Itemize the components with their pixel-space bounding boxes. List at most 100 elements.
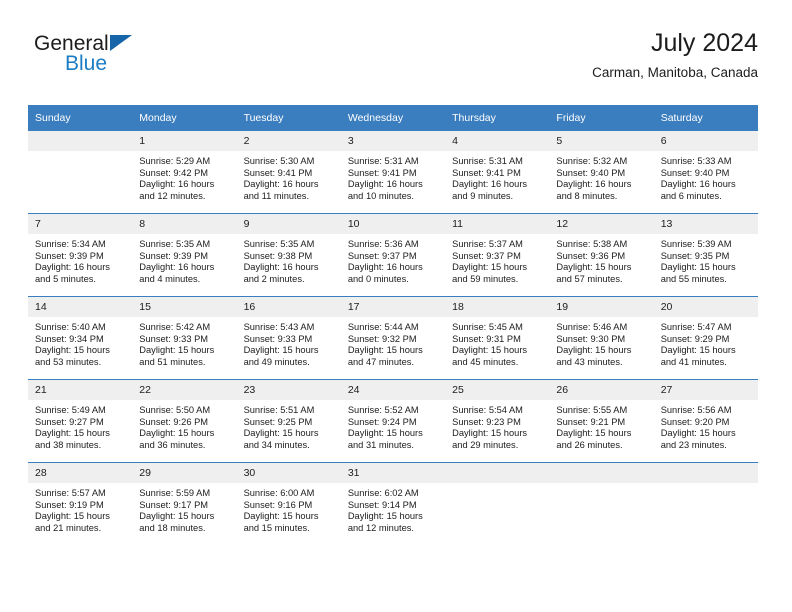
day-number: 26 xyxy=(549,380,654,400)
day-cell[interactable]: 18 Sunrise: 5:45 AM Sunset: 9:31 PM Dayli… xyxy=(445,296,550,380)
day-number xyxy=(28,131,133,151)
day-number: 5 xyxy=(549,131,654,151)
day-number: 27 xyxy=(653,380,758,400)
sun-info: Sunrise: 5:51 AM Sunset: 9:25 PM Dayligh… xyxy=(243,405,319,450)
sun-info: Sunrise: 5:34 AM Sunset: 9:39 PM Dayligh… xyxy=(35,239,110,284)
day-number: 4 xyxy=(445,131,550,151)
day-cell-body: Sunrise: 5:32 AM Sunset: 9:40 PM Dayligh… xyxy=(549,151,653,213)
day-number: 16 xyxy=(236,297,341,317)
general-blue-logo[interactable]: General Blue xyxy=(34,32,214,84)
day-cell[interactable]: 10 Sunrise: 5:36 AM Sunset: 9:37 PM Dayli… xyxy=(340,213,446,297)
day-cell[interactable]: 3 Sunrise: 5:31 AM Sunset: 9:41 PM Daylig… xyxy=(340,130,446,214)
day-number: 20 xyxy=(653,297,758,317)
day-number: 14 xyxy=(28,297,133,317)
day-cell[interactable]: 9 Sunrise: 5:35 AM Sunset: 9:38 PM Daylig… xyxy=(236,213,341,297)
day-number: 23 xyxy=(236,380,341,400)
day-cell[interactable]: 21 Sunrise: 5:49 AM Sunset: 9:27 PM Dayli… xyxy=(28,379,133,463)
day-cell[interactable]: 23 Sunrise: 5:51 AM Sunset: 9:25 PM Dayli… xyxy=(236,379,341,463)
sun-info: Sunrise: 5:52 AM Sunset: 9:24 PM Dayligh… xyxy=(347,405,423,450)
day-cell-body xyxy=(549,483,653,545)
sun-info: Sunrise: 5:31 AM Sunset: 9:41 PM Dayligh… xyxy=(347,156,423,201)
day-number: 24 xyxy=(340,380,446,400)
day-cell[interactable]: 25 Sunrise: 5:54 AM Sunset: 9:23 PM Dayli… xyxy=(445,379,550,463)
day-cell[interactable]: 7 Sunrise: 5:34 AM Sunset: 9:39 PM Daylig… xyxy=(28,213,133,297)
day-cell[interactable]: 30 Sunrise: 6:00 AM Sunset: 9:16 PM Dayli… xyxy=(236,462,341,545)
day-cell[interactable]: 26 Sunrise: 5:55 AM Sunset: 9:21 PM Dayli… xyxy=(549,379,654,463)
day-number: 1 xyxy=(132,131,237,151)
day-cell[interactable]: 20 Sunrise: 5:47 AM Sunset: 9:29 PM Dayli… xyxy=(653,296,758,380)
day-cell[interactable]: 27 Sunrise: 5:56 AM Sunset: 9:20 PM Dayli… xyxy=(653,379,758,463)
sun-info: Sunrise: 5:50 AM Sunset: 9:26 PM Dayligh… xyxy=(139,405,215,450)
day-cell-body: Sunrise: 5:30 AM Sunset: 9:41 PM Dayligh… xyxy=(237,151,341,213)
day-cell-body: Sunrise: 5:40 AM Sunset: 9:34 PM Dayligh… xyxy=(28,317,132,379)
day-cell[interactable]: 31 Sunrise: 6:02 AM Sunset: 9:14 PM Dayli… xyxy=(340,462,446,545)
sun-info: Sunrise: 5:30 AM Sunset: 9:41 PM Dayligh… xyxy=(243,156,319,201)
day-cell[interactable]: 6 Sunrise: 5:33 AM Sunset: 9:40 PM Daylig… xyxy=(653,130,758,214)
day-cell[interactable]: 29 Sunrise: 5:59 AM Sunset: 9:17 PM Dayli… xyxy=(132,462,237,545)
sun-info: Sunrise: 6:00 AM Sunset: 9:16 PM Dayligh… xyxy=(243,488,319,533)
sun-info: Sunrise: 5:45 AM Sunset: 9:31 PM Dayligh… xyxy=(452,322,528,367)
sun-info: Sunrise: 5:54 AM Sunset: 9:23 PM Dayligh… xyxy=(452,405,528,450)
day-cell-body: Sunrise: 5:45 AM Sunset: 9:31 PM Dayligh… xyxy=(445,317,549,379)
day-cell[interactable]: 2 Sunrise: 5:30 AM Sunset: 9:41 PM Daylig… xyxy=(236,130,341,214)
sun-info: Sunrise: 5:35 AM Sunset: 9:39 PM Dayligh… xyxy=(139,239,215,284)
day-cell-body: Sunrise: 5:31 AM Sunset: 9:41 PM Dayligh… xyxy=(445,151,549,213)
day-cell[interactable]: 13 Sunrise: 5:39 AM Sunset: 9:35 PM Dayli… xyxy=(653,213,758,297)
day-cell-body: Sunrise: 5:36 AM Sunset: 9:37 PM Dayligh… xyxy=(341,234,445,296)
day-number: 7 xyxy=(28,214,133,234)
day-cell[interactable]: 19 Sunrise: 5:46 AM Sunset: 9:30 PM Dayli… xyxy=(549,296,654,380)
day-cell-body xyxy=(445,483,549,545)
day-cell-body: Sunrise: 5:42 AM Sunset: 9:33 PM Dayligh… xyxy=(132,317,236,379)
day-number: 11 xyxy=(445,214,550,234)
day-cell[interactable]: 12 Sunrise: 5:38 AM Sunset: 9:36 PM Dayli… xyxy=(549,213,654,297)
day-cell-body: Sunrise: 5:34 AM Sunset: 9:39 PM Dayligh… xyxy=(28,234,132,296)
day-number: 13 xyxy=(653,214,758,234)
day-number: 17 xyxy=(340,297,446,317)
sun-info: Sunrise: 5:29 AM Sunset: 9:42 PM Dayligh… xyxy=(139,156,215,201)
sun-info: Sunrise: 5:42 AM Sunset: 9:33 PM Dayligh… xyxy=(139,322,215,367)
sun-info: Sunrise: 5:56 AM Sunset: 9:20 PM Dayligh… xyxy=(660,405,736,450)
page-subtitle: Carman, Manitoba, Canada xyxy=(592,65,758,80)
day-number: 2 xyxy=(236,131,341,151)
day-cell-body: Sunrise: 5:37 AM Sunset: 9:37 PM Dayligh… xyxy=(445,234,549,296)
week-row: 28 Sunrise: 5:57 AM Sunset: 9:19 PM Dayli… xyxy=(28,462,758,545)
day-cell[interactable]: 1 Sunrise: 5:29 AM Sunset: 9:42 PM Daylig… xyxy=(132,130,237,214)
day-cell-body: Sunrise: 5:51 AM Sunset: 9:25 PM Dayligh… xyxy=(237,400,341,462)
day-cell[interactable] xyxy=(653,462,758,545)
day-cell[interactable]: 22 Sunrise: 5:50 AM Sunset: 9:26 PM Dayli… xyxy=(132,379,237,463)
day-cell[interactable]: 24 Sunrise: 5:52 AM Sunset: 9:24 PM Dayli… xyxy=(340,379,446,463)
day-cell[interactable] xyxy=(549,462,654,545)
day-cell[interactable]: 17 Sunrise: 5:44 AM Sunset: 9:32 PM Dayli… xyxy=(340,296,446,380)
day-number: 3 xyxy=(340,131,446,151)
day-number: 9 xyxy=(236,214,341,234)
day-cell[interactable]: 4 Sunrise: 5:31 AM Sunset: 9:41 PM Daylig… xyxy=(445,130,550,214)
calendar-table: Sunday Monday Tuesday Wednesday Thursday… xyxy=(28,105,758,545)
page-title: July 2024 xyxy=(650,29,758,57)
day-number: 19 xyxy=(549,297,654,317)
sun-info: Sunrise: 5:37 AM Sunset: 9:37 PM Dayligh… xyxy=(452,239,528,284)
day-cell-body: Sunrise: 5:55 AM Sunset: 9:21 PM Dayligh… xyxy=(549,400,653,462)
sun-info: Sunrise: 5:44 AM Sunset: 9:32 PM Dayligh… xyxy=(347,322,423,367)
day-number: 10 xyxy=(340,214,446,234)
day-cell[interactable] xyxy=(445,462,550,545)
day-number: 29 xyxy=(132,463,237,483)
day-cell[interactable]: 28 Sunrise: 5:57 AM Sunset: 9:19 PM Dayli… xyxy=(28,462,133,545)
day-cell[interactable]: 14 Sunrise: 5:40 AM Sunset: 9:34 PM Dayli… xyxy=(28,296,133,380)
day-number xyxy=(653,463,758,483)
sun-info: Sunrise: 5:47 AM Sunset: 9:29 PM Dayligh… xyxy=(660,322,736,367)
sun-info: Sunrise: 5:59 AM Sunset: 9:17 PM Dayligh… xyxy=(139,488,215,533)
day-number: 6 xyxy=(653,131,758,151)
day-cell[interactable] xyxy=(28,130,133,214)
day-cell-body: Sunrise: 5:31 AM Sunset: 9:41 PM Dayligh… xyxy=(341,151,445,213)
sun-info: Sunrise: 5:43 AM Sunset: 9:33 PM Dayligh… xyxy=(243,322,319,367)
day-cell[interactable]: 15 Sunrise: 5:42 AM Sunset: 9:33 PM Dayli… xyxy=(132,296,237,380)
day-cell-body: Sunrise: 5:54 AM Sunset: 9:23 PM Dayligh… xyxy=(445,400,549,462)
day-cell-body: Sunrise: 5:59 AM Sunset: 9:17 PM Dayligh… xyxy=(132,483,236,545)
day-cell[interactable]: 16 Sunrise: 5:43 AM Sunset: 9:33 PM Dayli… xyxy=(236,296,341,380)
day-cell[interactable]: 11 Sunrise: 5:37 AM Sunset: 9:37 PM Dayli… xyxy=(445,213,550,297)
page-header: General Blue July 2024 Carman, Manitoba,… xyxy=(34,28,758,92)
day-cell[interactable]: 5 Sunrise: 5:32 AM Sunset: 9:40 PM Daylig… xyxy=(549,130,654,214)
calendar-header-row: Sunday Monday Tuesday Wednesday Thursday… xyxy=(28,105,758,131)
day-cell[interactable]: 8 Sunrise: 5:35 AM Sunset: 9:39 PM Daylig… xyxy=(132,213,237,297)
day-number: 15 xyxy=(132,297,237,317)
